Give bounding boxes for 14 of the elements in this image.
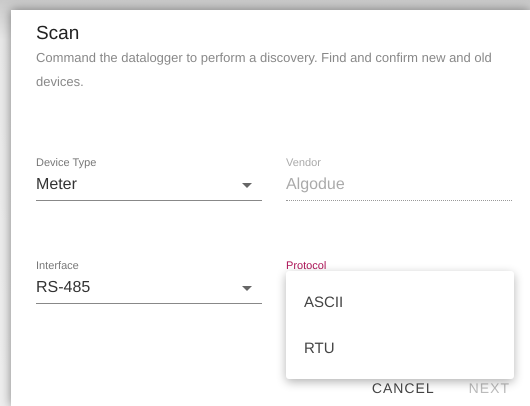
- field-label: Protocol: [286, 259, 326, 273]
- select-field[interactable]: Meter: [36, 170, 262, 201]
- dialog-description: Command the datalogger to perform a discovery. Find and confirm new and old devices.: [36, 49, 493, 91]
- select-field[interactable]: RS-485: [36, 273, 262, 304]
- field-label: Vendor: [286, 156, 321, 170]
- dialog-button[interactable]: CANCEL: [368, 378, 439, 398]
- input-field: Algodue: [286, 170, 512, 201]
- dropdown-icon: [242, 286, 252, 290]
- field-label: Interface: [36, 259, 79, 273]
- field-label: Device Type: [36, 156, 96, 170]
- menu-item[interactable]: RTU: [286, 325, 514, 371]
- dropdown-icon: [242, 182, 252, 188]
- dialog-title: Scan: [36, 22, 80, 46]
- menu-item[interactable]: ASCII: [286, 279, 514, 325]
